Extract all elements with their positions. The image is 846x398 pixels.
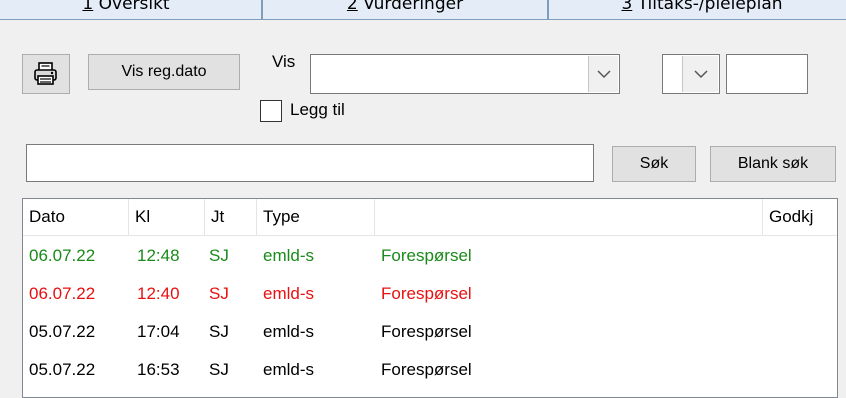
cell-jt: SJ — [209, 246, 229, 265]
cell-kl: 17:04 — [137, 322, 180, 341]
vis-label: Vis — [272, 52, 296, 71]
cell-kl: 12:48 — [137, 246, 180, 265]
search-button[interactable]: Søk — [612, 146, 696, 182]
cell-kl: 16:53 — [137, 360, 180, 379]
cell-kl: 12:40 — [137, 284, 180, 303]
tab-oversikt-label: Oversikt — [93, 0, 170, 14]
cell-desc: Forespørsel — [381, 322, 472, 341]
cell-jt: SJ — [209, 284, 229, 303]
column-header-kl[interactable]: Kl — [129, 199, 205, 235]
cell-dato: 05.07.22 — [29, 322, 96, 341]
blank-search-button[interactable]: Blank søk — [710, 146, 836, 182]
vis-reg-dato-button[interactable]: Vis reg.dato — [88, 54, 240, 90]
vis-select[interactable] — [310, 54, 620, 94]
tab-oversikt-number: 1 — [82, 0, 94, 14]
column-header-dato[interactable]: Dato — [23, 199, 129, 235]
cell-desc: Forespørsel — [381, 360, 472, 379]
cell-type: emld-s — [263, 322, 315, 341]
tab-tiltaksplan[interactable]: 3 Tiltaks-/pleieplan — [548, 0, 846, 20]
chevron-down-icon — [596, 70, 611, 79]
table-row[interactable]: 06.07.22 12:48 SJ emld-s Forespørsel — [23, 237, 837, 275]
tab-vurderinger[interactable]: 2 Vurderinger — [262, 0, 548, 20]
small-select-dropdown[interactable] — [682, 56, 718, 92]
cell-desc: Forespørsel — [381, 246, 472, 265]
table-row[interactable]: 06.07.22 12:40 SJ emld-s Forespørsel — [23, 275, 837, 313]
cell-dato: 06.07.22 — [29, 246, 96, 265]
tab-tiltaksplan-label: Tiltaks-/pleieplan — [632, 0, 783, 14]
cell-type: emld-s — [263, 246, 315, 265]
cell-jt: SJ — [209, 322, 229, 341]
vis-select-dropdown[interactable] — [588, 56, 618, 92]
cell-desc: Forespørsel — [381, 284, 472, 303]
cell-jt: SJ — [209, 360, 229, 379]
search-input[interactable] — [26, 144, 594, 182]
column-header-jt[interactable]: Jt — [205, 199, 257, 235]
cell-dato: 05.07.22 — [29, 360, 96, 379]
small-select[interactable] — [662, 54, 720, 94]
small-input[interactable] — [726, 54, 808, 94]
tab-oversikt[interactable]: 1 Oversikt — [0, 0, 262, 20]
event-list[interactable]: Dato Kl Jt Type Godkj 06.07.22 12:48 SJ eml… — [22, 198, 838, 398]
column-header-godkj[interactable]: Godkj — [763, 199, 837, 235]
tab-tiltaksplan-number: 3 — [621, 0, 633, 14]
chevron-down-icon — [693, 70, 708, 79]
legg-til-label: Legg til — [290, 100, 345, 119]
cell-type: emld-s — [263, 360, 315, 379]
cell-dato: 06.07.22 — [29, 284, 96, 303]
table-row[interactable]: 05.07.22 16:53 SJ emld-s Forespørsel — [23, 351, 837, 389]
cell-type: emld-s — [263, 284, 315, 303]
column-header-type[interactable]: Type — [257, 199, 375, 235]
tab-vurderinger-number: 2 — [346, 0, 358, 14]
list-header: Dato Kl Jt Type Godkj — [23, 199, 837, 236]
column-header-description[interactable] — [375, 199, 763, 235]
printer-icon — [34, 62, 57, 85]
tab-bar: 1 Oversikt 2 Vurderinger 3 Tiltaks-/plei… — [0, 0, 846, 22]
legg-til-checkbox[interactable] — [260, 100, 282, 122]
print-button[interactable] — [22, 54, 70, 94]
table-row[interactable]: 05.07.22 17:04 SJ emld-s Forespørsel — [23, 313, 837, 351]
tab-vurderinger-label: Vurderinger — [357, 0, 464, 14]
